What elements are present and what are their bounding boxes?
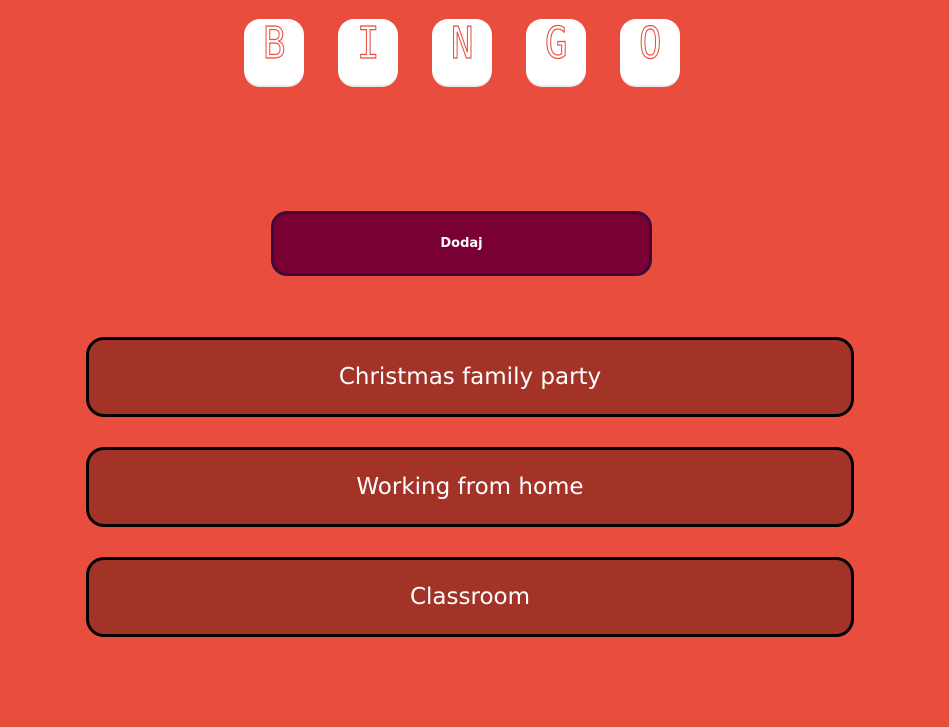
title-letter-g: G [526,18,586,87]
board-list: Christmas family party Working from home… [86,337,854,667]
title-letter-text: N [450,18,474,69]
title-letter-text: I [356,18,380,69]
board-item-christmas-family-party[interactable]: Christmas family party [86,337,854,417]
title-letter-text: G [544,18,568,69]
title-letter-n: N [432,18,492,87]
title-letter-i: I [338,18,398,87]
title-letter-text: O [638,18,662,69]
title-letter-b: B [244,18,304,87]
title-letter-text: B [262,18,286,69]
bingo-title: B I N G O [244,18,680,87]
board-item-classroom[interactable]: Classroom [86,557,854,637]
title-letter-o: O [620,18,680,87]
board-item-working-from-home[interactable]: Working from home [86,447,854,527]
add-button[interactable]: Dodaj [271,211,652,276]
